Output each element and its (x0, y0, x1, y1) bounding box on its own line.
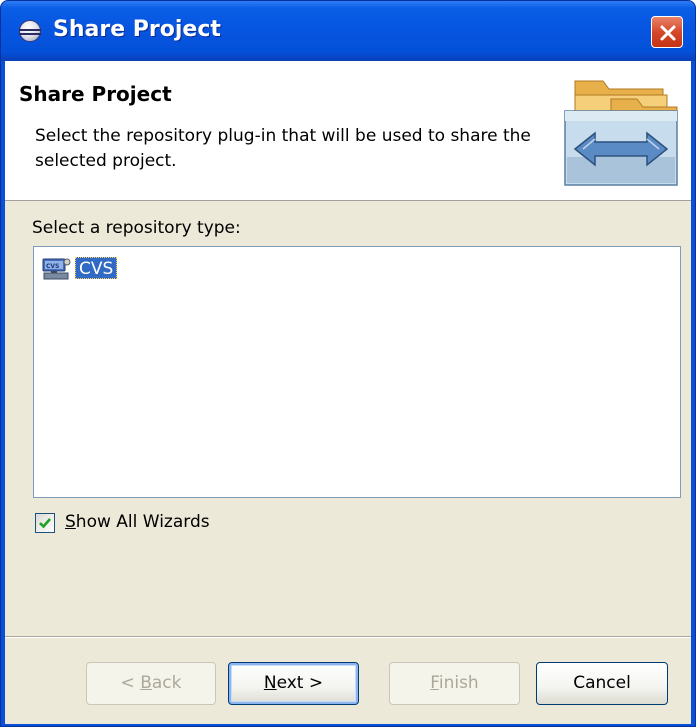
back-button[interactable]: < Back (86, 662, 216, 705)
show-all-wizards-label[interactable]: Show All Wizards (65, 512, 210, 532)
mnemonic-letter: F (430, 673, 439, 693)
checkmark-icon (39, 518, 51, 529)
cancel-button[interactable]: Cancel (536, 662, 668, 705)
back-prefix: < (120, 673, 141, 693)
banner-title: Share Project (19, 82, 172, 106)
close-button[interactable] (651, 16, 683, 48)
repository-type-label: Select a repository type: (32, 218, 241, 238)
svg-text:CVS: CVS (46, 263, 59, 270)
mnemonic-letter: B (140, 673, 152, 693)
next-rest: ext > (276, 673, 324, 693)
finish-button[interactable]: Finish (389, 662, 520, 705)
back-rest: ack (151, 673, 182, 693)
close-icon (660, 25, 676, 41)
wizard-banner: Share Project Select the repository plug… (5, 61, 691, 201)
show-all-wizards-checkbox[interactable] (35, 513, 55, 533)
share-project-dialog: Share Project Share Project Select the r… (0, 0, 696, 727)
mnemonic-letter: N (263, 673, 277, 693)
finish-rest: inish (438, 673, 479, 693)
window-title: Share Project (53, 17, 221, 42)
repository-type-list[interactable]: CVS CVS (33, 246, 681, 498)
banner-description: Select the repository plug-in that will … (35, 126, 531, 171)
label-text: how All Wizards (75, 512, 210, 532)
button-bar-separator-highlight (5, 637, 691, 638)
list-item-label: CVS (75, 257, 118, 279)
eclipse-app-icon (19, 20, 41, 42)
share-folders-icon (564, 80, 678, 186)
cvs-repository-icon: CVS (42, 258, 71, 280)
mnemonic-letter: S (65, 512, 76, 532)
title-bar[interactable]: Share Project (1, 1, 695, 61)
next-button[interactable]: Next > (228, 662, 359, 705)
dialog-client-area: Share Project Select the repository plug… (5, 61, 691, 724)
